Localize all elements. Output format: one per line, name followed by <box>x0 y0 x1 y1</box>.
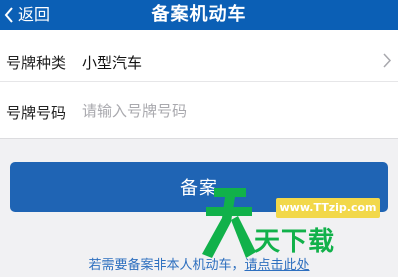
plate-number-input[interactable] <box>80 99 364 123</box>
plate-type-value: 小型汽车 <box>82 54 143 72</box>
chevron-right-icon <box>383 53 392 68</box>
watermark-logo-icon <box>202 188 256 258</box>
plate-type-label: 号牌种类 <box>6 54 67 72</box>
row-divider <box>0 81 398 82</box>
plate-number-row: 号牌号码 <box>0 85 398 139</box>
watermark-url-badge: www.TTzip.com <box>276 198 380 218</box>
page-title: 备案机动车 <box>151 4 247 25</box>
top-nav-bar: 返回 备案机动车 <box>0 0 398 30</box>
watermark-text: 天下载 <box>254 227 336 257</box>
plate-number-label: 号牌号码 <box>6 104 67 122</box>
form-card: 号牌种类 小型汽车 号牌号码 <box>0 30 398 139</box>
footer-note: 若需要备案非本人机动车，请点击此处 <box>0 254 398 273</box>
